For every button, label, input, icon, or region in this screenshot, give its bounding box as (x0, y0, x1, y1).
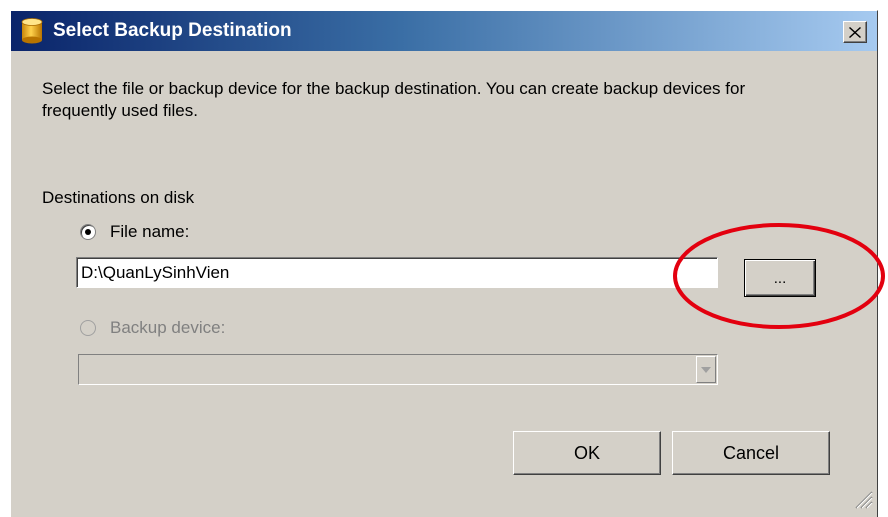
file-name-option[interactable]: File name: (80, 222, 189, 242)
close-button[interactable] (843, 21, 867, 43)
file-name-input[interactable]: D:\QuanLySinhVien (76, 257, 718, 288)
file-name-radio[interactable] (80, 224, 96, 240)
file-name-label: File name: (110, 222, 190, 241)
ok-button[interactable]: OK (513, 431, 661, 475)
backup-device-label: Backup device: (110, 318, 226, 337)
highlight-annotation (673, 223, 885, 329)
chevron-down-icon (701, 366, 711, 373)
close-icon (849, 26, 861, 38)
cancel-button[interactable]: Cancel (672, 431, 830, 475)
instructions-text: Select the file or backup device for the… (42, 79, 746, 120)
resize-grip-icon[interactable] (851, 487, 873, 509)
dialog-title: Select Backup Destination (53, 20, 292, 41)
title-bar[interactable]: Select Backup Destination (11, 11, 877, 51)
backup-device-option[interactable]: Backup device: (80, 318, 225, 338)
backup-device-dropdown[interactable] (78, 354, 718, 385)
backup-device-radio[interactable] (80, 320, 96, 336)
destinations-label: Destinations on disk (42, 188, 195, 207)
dropdown-button[interactable] (696, 356, 716, 383)
database-cylinder-icon (21, 18, 43, 44)
